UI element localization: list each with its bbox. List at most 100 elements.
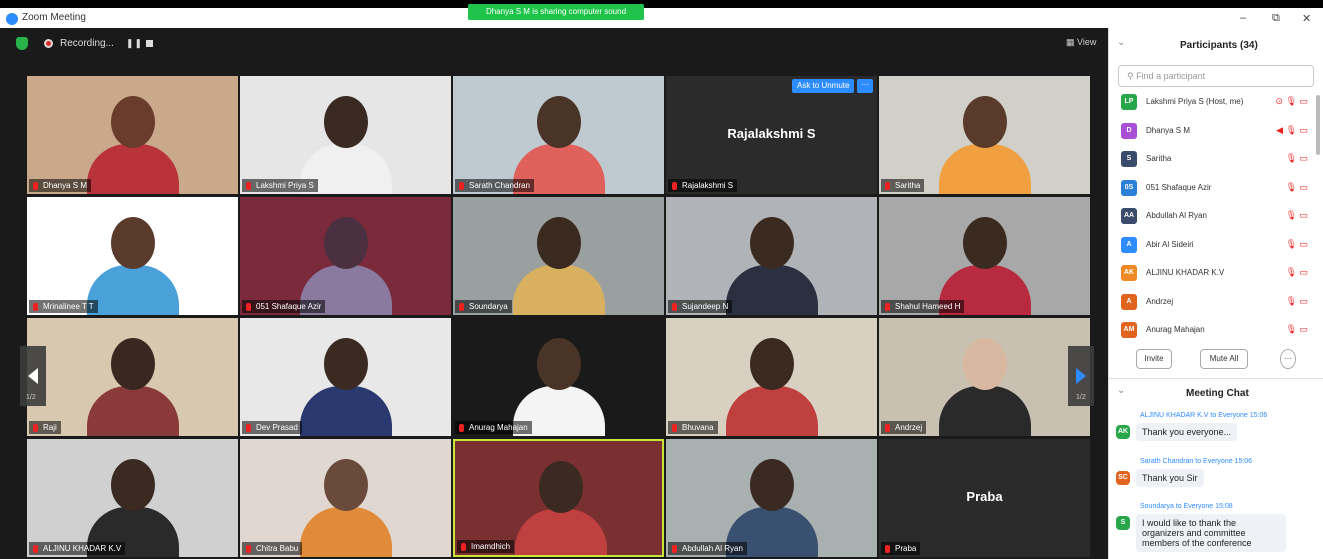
pause-recording-button[interactable]: ❚❚ [126,38,143,49]
tile-name-label: ALJINU KHADAR K.V [29,542,126,555]
arrow-left-icon [28,368,38,384]
tile-name-text: Sarath Chandran [469,181,530,190]
avatar: AM [1121,322,1137,338]
meeting-top-strip [0,28,1108,58]
video-tile[interactable]: Sarath Chandran [453,76,664,194]
stop-recording-button[interactable] [146,40,153,47]
tile-name-label: Bhuvana [668,421,718,434]
chat-collapse-icon[interactable]: ⌄ [1117,385,1125,396]
participant-row[interactable]: AK ALJINU KHADAR K.V 🎙 ▭ [1112,259,1316,287]
participants-title: Participants (34) [1180,40,1258,51]
participant-row[interactable]: S Saritha 🎙 ▭ [1112,145,1316,173]
video-tile[interactable]: 051 Shafaque Azir [240,197,451,315]
invite-button[interactable]: Invite [1136,349,1172,369]
video-tile[interactable]: Saritha [879,76,1090,194]
video-tile[interactable]: ALJINU KHADAR K.V [27,439,238,557]
chat-message: Thank you Sir [1136,469,1204,487]
muted-mic-icon [246,545,251,553]
participant-audio-video-icons[interactable]: 🎙 ▭ [1286,324,1308,335]
tile-name-label: Dev Prasad [242,421,302,434]
next-page-button[interactable]: 1/2 [1068,346,1094,406]
security-shield-icon[interactable] [16,37,28,50]
tile-name-label: Chitra Babu [242,542,303,555]
restore-button[interactable]: ⧉ [1272,12,1280,25]
tile-name-text: Rajalakshmi S [682,181,734,190]
tile-name-text: ALJINU KHADAR K.V [43,544,122,553]
tile-name-text: Sujandeep N [682,302,729,311]
video-tile[interactable]: Soundarya [453,197,664,315]
participant-video [537,338,581,390]
participant-audio-video-icons[interactable]: 🎙 ▭ [1286,296,1308,307]
minimize-button[interactable]: – [1240,12,1246,24]
participant-row[interactable]: AA Abdullah Al Ryan 🎙 ▭ [1112,202,1316,230]
participant-row[interactable]: LP Lakshmi Priya S (Host, me) ⊙ 🎙 ▭ [1112,88,1316,116]
participants-more-button[interactable]: ··· [1280,349,1296,369]
tile-name-text: Raji [43,423,57,432]
chat-message: I would like to thank the organizers and… [1136,514,1286,552]
title-bar: Zoom Meeting – ⧉ ✕ [0,0,1323,28]
video-tile[interactable]: Praba Praba [879,439,1090,557]
search-icon: ⚲ [1127,71,1134,81]
muted-mic-icon [33,182,38,190]
participant-video [537,96,581,148]
participant-name: Lakshmi Priya S (Host, me) [1146,97,1244,106]
muted-mic-icon [885,545,890,553]
avatar: SC [1116,471,1130,485]
video-tile[interactable]: Dev Prasad [240,318,451,436]
video-tile[interactable]: Rajalakshmi S Rajalakshmi S [666,76,877,194]
video-tile[interactable]: Abdullah Al Ryan [666,439,877,557]
mute-all-button[interactable]: Mute All [1200,349,1248,369]
participant-row[interactable]: 0S 051 Shafaque Azir 🎙 ▭ [1112,174,1316,202]
video-tile[interactable]: Chitra Babu [240,439,451,557]
participant-video [539,461,583,513]
tile-name-text: Andrzej [895,423,923,432]
video-tile[interactable]: Lakshmi Priya S [240,76,451,194]
tile-name-label: Abdullah Al Ryan [668,542,747,555]
participant-audio-video-icons[interactable]: 🎙 ▭ [1286,267,1308,278]
participant-video [300,507,392,557]
muted-mic-icon [672,303,677,311]
muted-mic-icon [672,182,677,190]
participants-collapse-icon[interactable]: ⌄ [1117,37,1125,48]
ask-to-unmute-button[interactable]: Ask to Unmute [792,79,855,93]
tile-more-button[interactable]: ··· [857,79,873,93]
participant-audio-video-icons[interactable]: 🎙 ▭ [1286,239,1308,250]
participant-row[interactable]: AM Anurag Mahajan 🎙 ▭ [1112,316,1316,344]
avatar: S [1121,151,1137,167]
video-tile[interactable]: Dhanya S M [27,76,238,194]
participant-video [324,96,368,148]
participant-video [939,144,1031,194]
page-indicator: 1/2 [1076,394,1086,401]
video-tile[interactable]: Shahul Hameed H [879,197,1090,315]
video-tile[interactable]: Andrzej [879,318,1090,436]
participant-audio-video-icons[interactable]: 🎙 ▭ [1286,153,1308,164]
participant-scrollbar[interactable] [1316,95,1320,155]
participant-video [324,338,368,390]
tile-name-label: Saritha [881,179,925,192]
participant-video [300,386,392,436]
participant-video [750,217,794,269]
participant-audio-video-icons[interactable]: 🎙 ▭ [1286,210,1308,221]
video-tile[interactable]: Mrinalinee T T [27,197,238,315]
participant-row[interactable]: A Abir Al Sideiri 🎙 ▭ [1112,231,1316,259]
participant-audio-video-icons[interactable]: ⊙ 🎙 ▭ [1276,96,1308,107]
share-banner[interactable]: Dhanya S M is sharing computer sound [468,4,644,20]
view-button[interactable]: ▦ View [1066,37,1096,48]
participant-audio-video-icons[interactable]: 🎙 ▭ [1286,182,1308,193]
participant-row[interactable]: D Dhanya S M ◀ 🎙 ▭ [1112,117,1316,145]
participant-search-input[interactable]: ⚲ Find a participant [1118,65,1314,87]
video-tile[interactable]: Anurag Mahajan [453,318,664,436]
close-button[interactable]: ✕ [1302,12,1311,25]
window-title: Zoom Meeting [22,12,86,23]
participant-video [726,265,818,315]
previous-page-button[interactable]: 1/2 [20,346,46,406]
video-tile[interactable]: Imamdhich [453,439,664,557]
video-tile[interactable]: Sujandeep N [666,197,877,315]
participant-row[interactable]: A Andrzej 🎙 ▭ [1112,288,1316,316]
video-tile[interactable]: Raji [27,318,238,436]
participant-audio-video-icons[interactable]: ◀ 🎙 ▭ [1276,125,1308,136]
participant-name: Abir Al Sideiri [1146,239,1194,249]
participant-video [87,265,179,315]
video-tile[interactable]: Bhuvana [666,318,877,436]
tile-name-label: Mrinalinee T T [29,300,98,313]
